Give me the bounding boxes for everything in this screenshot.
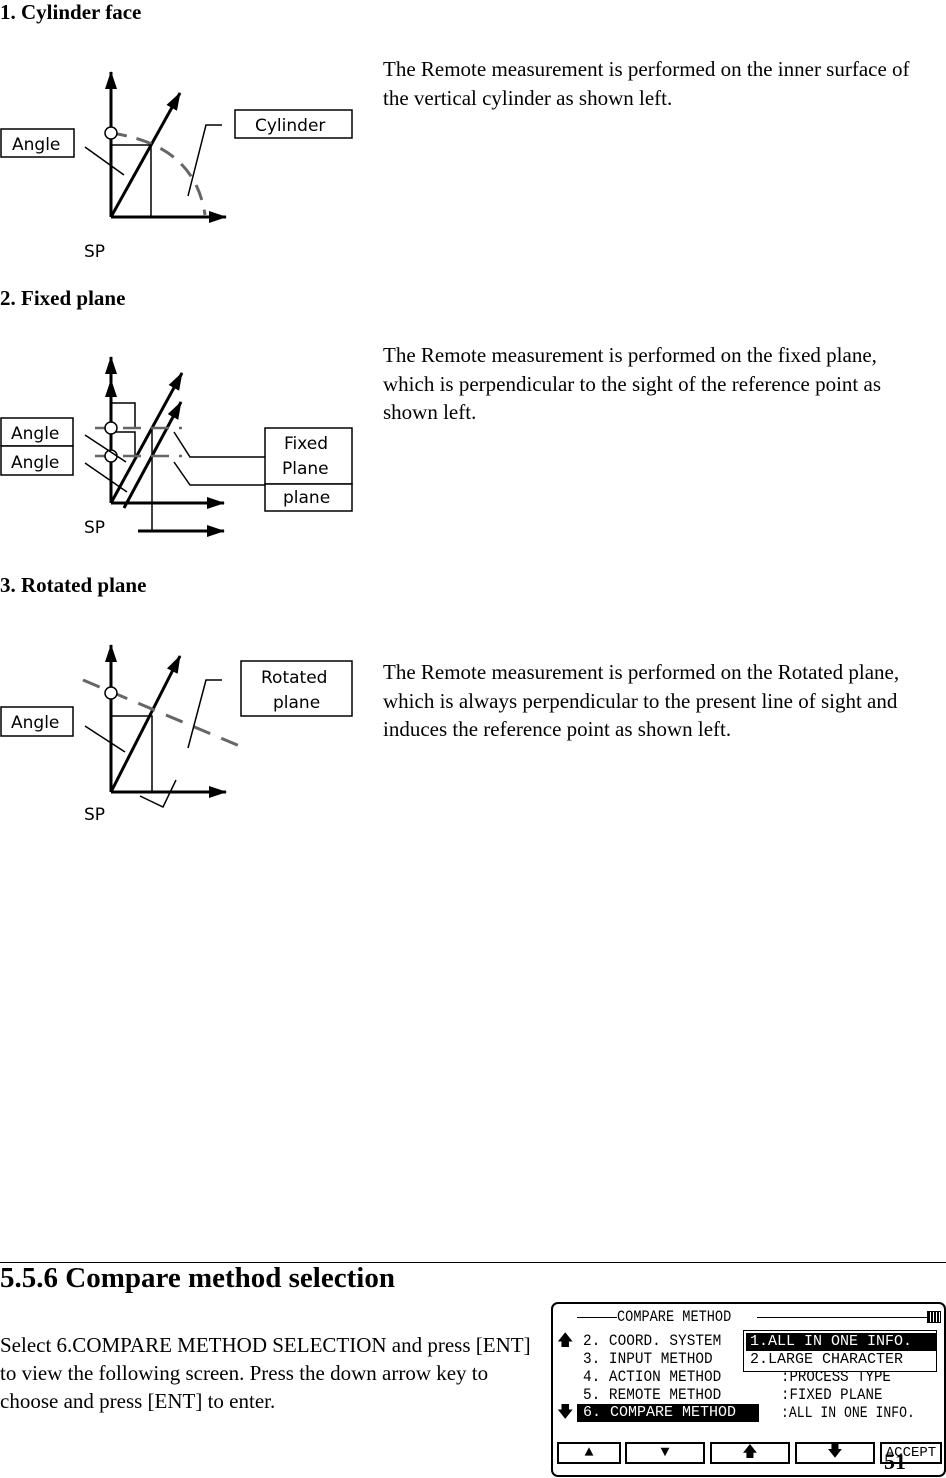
diagrams: Angle Cylinder SP Angle Angle Fixed Plan… — [0, 71, 353, 825]
popup-option[interactable]: 2.LARGE CHARACTER — [746, 1351, 903, 1369]
rotated-plane-label-1: Rotated — [261, 668, 327, 688]
lcd-row[interactable]: 5. REMOTE METHOD — [583, 1386, 721, 1404]
lcd-row[interactable]: 2. COORD. SYSTEM — [583, 1332, 721, 1350]
lcd-row[interactable]: 3. INPUT METHOD — [583, 1350, 713, 1368]
compare-method-popup: 1.ALL IN ONE INFO. 2.LARGE CHARACTER — [743, 1330, 937, 1372]
lcd-row-selected[interactable]: 6. COMPARE METHOD — [577, 1404, 759, 1422]
battery-icon — [927, 1311, 941, 1323]
section-text-cylinder: The Remote measurement is performed on t… — [383, 57, 910, 110]
angle-label-1: Angle — [11, 424, 59, 444]
scroll-up-icon: 🡅 — [557, 1332, 574, 1350]
page-number: 51 — [884, 1449, 906, 1474]
sp-label: SP — [84, 518, 105, 538]
scroll-down-icon: 🡇 — [557, 1404, 574, 1422]
plane-label: plane — [283, 488, 330, 508]
lcd-row-value: :FIXED PLANE — [781, 1386, 883, 1404]
lcd-row[interactable]: 4. ACTION METHOD — [583, 1368, 721, 1386]
softkey-up-triangle[interactable]: ▲ — [557, 1442, 621, 1464]
softkey-page-up[interactable]: 🡅 — [710, 1442, 790, 1464]
angle-label: Angle — [12, 135, 60, 155]
section-text-fixed-plane: The Remote measurement is performed on t… — [383, 343, 881, 424]
sp-label: SP — [84, 805, 105, 825]
fixed-plane-label-1: Fixed — [284, 434, 328, 454]
angle-label: Angle — [11, 713, 59, 733]
angle-label-2: Angle — [11, 453, 59, 473]
popup-option-selected[interactable]: 1.ALL IN ONE INFO. — [746, 1333, 936, 1351]
cylinder-label: Cylinder — [255, 116, 325, 136]
lcd-title: COMPARE METHOD — [617, 1308, 732, 1326]
softkey-down-triangle[interactable]: ▼ — [625, 1442, 705, 1464]
lcd-row-value: :ALL IN ONE INFO. — [781, 1404, 915, 1422]
rotated-plane-label-2: plane — [273, 693, 320, 713]
section-text-rotated-plane: The Remote measurement is performed on t… — [383, 660, 900, 741]
compare-description: Select 6.COMPARE METHOD SELECTION and pr… — [0, 1333, 531, 1413]
fixed-plane-label-2: Plane — [282, 459, 329, 479]
section-title: 5.5.6 Compare method selection — [0, 1262, 395, 1294]
softkey-page-down[interactable]: 🡇 — [795, 1442, 875, 1464]
sp-label: SP — [84, 242, 105, 262]
